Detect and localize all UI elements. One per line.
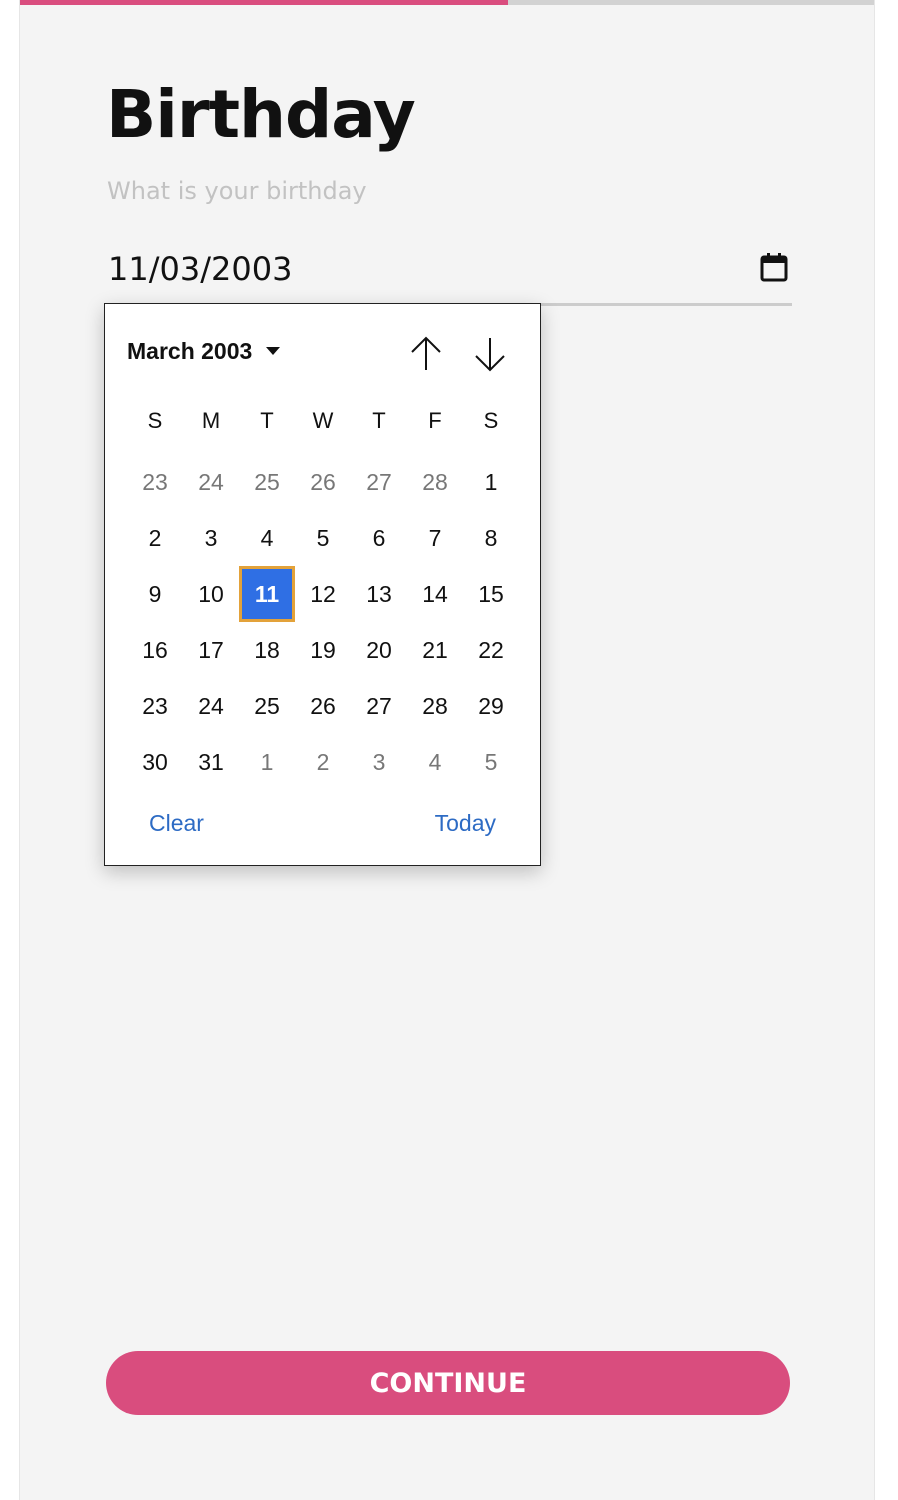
weekday-label: W (312, 408, 334, 433)
calendar-icon[interactable] (760, 252, 788, 282)
calendar-day[interactable]: 27 (351, 454, 407, 510)
calendar-day[interactable]: 30 (127, 734, 183, 790)
clear-button[interactable]: Clear (149, 810, 204, 837)
calendar-day[interactable]: 10 (183, 566, 239, 622)
calendar-day[interactable]: 3 (351, 734, 407, 790)
weekday-header: SMTWTFS (127, 408, 519, 434)
calendar-day[interactable]: 6 (351, 510, 407, 566)
calendar-day[interactable]: 26 (295, 678, 351, 734)
calendar-day[interactable]: 28 (407, 678, 463, 734)
caret-down-icon (266, 346, 281, 355)
weekday-label: M (201, 408, 221, 433)
page-subtitle: What is your birthday (107, 177, 367, 205)
calendar-day[interactable]: 22 (463, 622, 519, 678)
weekday-label: S (483, 408, 499, 433)
calendar-week-row: 23 24 25 26 27 28 1 (127, 454, 519, 510)
calendar-day[interactable]: 2 (295, 734, 351, 790)
weekday-label: S (147, 408, 163, 433)
calendar-day[interactable]: 12 (295, 566, 351, 622)
page-title: Birthday (106, 76, 416, 153)
calendar-grid: 23 24 25 26 27 28 1 2 3 4 5 6 7 8 9 10 11 12 13 14 15 16 17 18 1… (127, 454, 519, 790)
birthday-card: Birthday What is your birthday 11/03/200… (19, 0, 875, 1500)
calendar-day[interactable]: 23 (127, 454, 183, 510)
calendar-day[interactable]: 17 (183, 622, 239, 678)
today-button[interactable]: Today (435, 810, 496, 837)
calendar-day[interactable]: 24 (183, 678, 239, 734)
month-year-label: March 2003 (127, 338, 253, 364)
month-year-select[interactable]: March 2003 (127, 338, 281, 365)
calendar-day[interactable]: 4 (239, 510, 295, 566)
calendar-day[interactable]: 16 (127, 622, 183, 678)
calendar-day[interactable]: 4 (407, 734, 463, 790)
calendar-week-row: 23 24 25 26 27 28 29 (127, 678, 519, 734)
arrow-down-icon[interactable] (472, 334, 508, 374)
weekday-label: T (372, 408, 386, 433)
calendar-day[interactable]: 5 (463, 734, 519, 790)
calendar-day[interactable]: 2 (127, 510, 183, 566)
continue-button[interactable]: CONTINUE (106, 1351, 790, 1415)
calendar-day[interactable]: 27 (351, 678, 407, 734)
calendar-day[interactable]: 8 (463, 510, 519, 566)
calendar-day[interactable]: 1 (239, 734, 295, 790)
calendar-day[interactable]: 13 (351, 566, 407, 622)
calendar-day-selected[interactable]: 11 (239, 566, 295, 622)
calendar-day[interactable]: 20 (351, 622, 407, 678)
date-input-value[interactable]: 11/03/2003 (108, 250, 292, 288)
birthday-date-input[interactable]: 11/03/2003 (106, 240, 792, 306)
calendar-day[interactable]: 24 (183, 454, 239, 510)
calendar-day[interactable]: 15 (463, 566, 519, 622)
calendar-day[interactable]: 26 (295, 454, 351, 510)
weekday-label: F (428, 408, 442, 433)
arrow-up-icon[interactable] (408, 334, 444, 374)
progress-bar-fill (20, 0, 508, 5)
calendar-week-row: 30 31 1 2 3 4 5 (127, 734, 519, 790)
calendar-day[interactable]: 31 (183, 734, 239, 790)
calendar-day[interactable]: 5 (295, 510, 351, 566)
calendar-week-row: 2345678 (127, 510, 519, 566)
calendar-day[interactable]: 19 (295, 622, 351, 678)
calendar-day[interactable]: 21 (407, 622, 463, 678)
calendar-day[interactable]: 25 (239, 678, 295, 734)
calendar-day[interactable]: 9 (127, 566, 183, 622)
calendar-day[interactable]: 23 (127, 678, 183, 734)
calendar-day[interactable]: 18 (239, 622, 295, 678)
calendar-day[interactable]: 3 (183, 510, 239, 566)
calendar-day[interactable]: 28 (407, 454, 463, 510)
weekday-label: T (260, 408, 274, 433)
calendar-week-row: 9 10 11 12 13 14 15 (127, 566, 519, 622)
calendar-day[interactable]: 7 (407, 510, 463, 566)
calendar-day[interactable]: 25 (239, 454, 295, 510)
date-picker-popup: March 2003 SMTWTFS 23 24 25 26 27 28 1 2 3 4 5 6 7 8 9… (104, 303, 541, 866)
calendar-day[interactable]: 29 (463, 678, 519, 734)
calendar-day[interactable]: 14 (407, 566, 463, 622)
calendar-week-row: 16 17 18 19 20 21 22 (127, 622, 519, 678)
calendar-day[interactable]: 1 (463, 454, 519, 510)
progress-bar (20, 0, 874, 5)
